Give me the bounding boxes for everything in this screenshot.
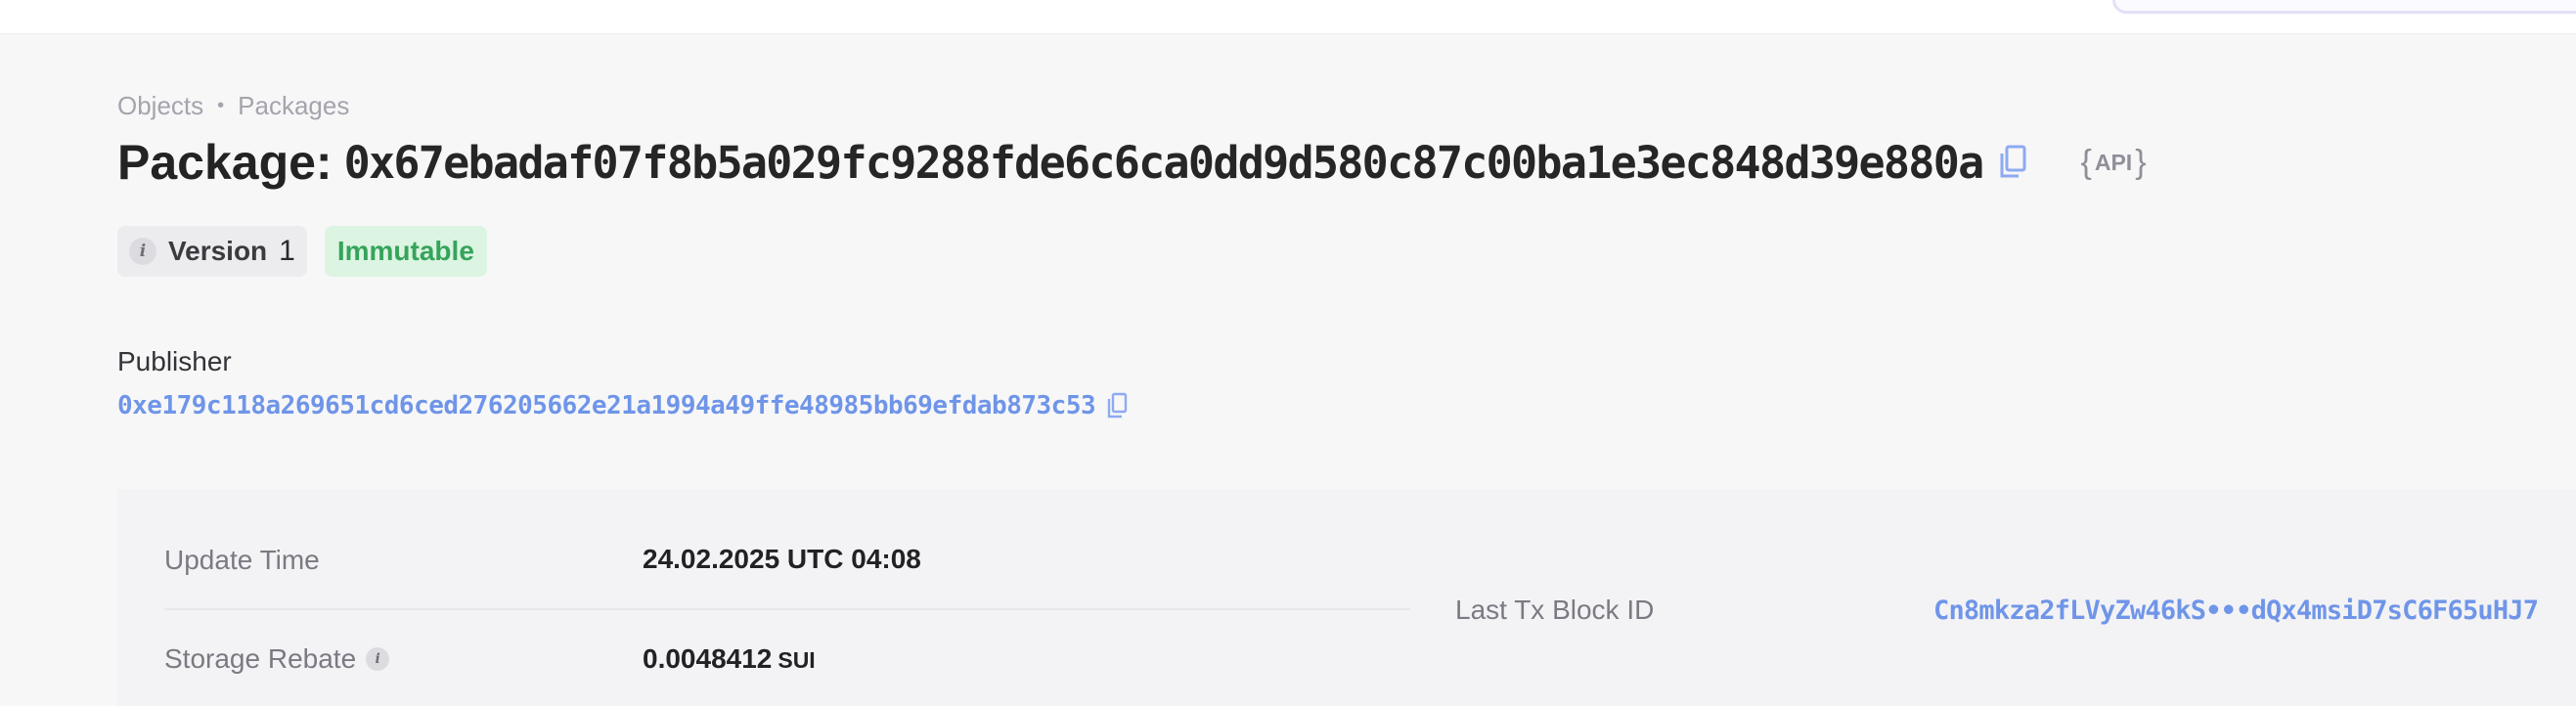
immutable-badge: Immutable — [324, 226, 487, 277]
api-label: API — [2094, 149, 2133, 175]
storage-rebate-label: Storage Rebate i — [164, 643, 390, 675]
breadcrumb-item-objects[interactable]: Objects — [117, 91, 203, 121]
update-time-value: 24.02.2025 UTC 04:08 — [643, 544, 921, 574]
info-icon[interactable]: i — [129, 238, 156, 265]
last-tx-block-label: Last Tx Block ID — [1455, 595, 1655, 625]
search-bar[interactable] — [2112, 0, 2576, 14]
last-tx-block-link[interactable]: Cn8mkza2fLVyZw46kS•••dQx4msiD7sC6F65uHJ7 — [1933, 596, 2539, 626]
version-badge: i Version 1 — [117, 226, 307, 277]
divider — [164, 608, 1410, 610]
storage-rebate-amount: 0.0048412 — [643, 643, 773, 674]
page-title: Package: 0x67ebadaf07f8b5a029fc9288fde6c… — [117, 134, 2147, 191]
storage-rebate-unit: SUI — [777, 647, 816, 673]
publisher-row: 0xe179c118a269651cd6ced276205662e21a1994… — [117, 391, 1129, 420]
breadcrumb-separator: • — [217, 95, 225, 116]
top-navigation-bar — [0, 0, 2576, 34]
api-button[interactable]: { API } — [2081, 144, 2147, 182]
storage-rebate-label-text: Storage Rebate — [164, 643, 357, 674]
copy-icon[interactable] — [1105, 391, 1129, 420]
breadcrumb-item-packages[interactable]: Packages — [238, 91, 349, 121]
update-time-label: Update Time — [164, 545, 320, 575]
package-address: 0x67ebadaf07f8b5a029fc9288fde6c6ca0dd9d5… — [343, 136, 1985, 189]
api-close-brace: } — [2135, 143, 2147, 181]
version-value: 1 — [279, 235, 295, 267]
publisher-label: Publisher — [117, 346, 232, 376]
page-title-label: Package: — [117, 135, 333, 190]
badge-row: i Version 1 Immutable — [117, 226, 487, 277]
info-icon[interactable]: i — [366, 647, 390, 671]
publisher-address-link[interactable]: 0xe179c118a269651cd6ced276205662e21a1994… — [117, 391, 1096, 420]
version-label: Version — [168, 236, 268, 266]
details-panel: Update Time 24.02.2025 UTC 04:08 Storage… — [117, 489, 2576, 706]
storage-rebate-value: 0.0048412 SUI — [643, 643, 816, 675]
api-open-brace: { — [2080, 143, 2092, 181]
copy-icon[interactable] — [1997, 143, 2028, 182]
breadcrumb: Objects • Packages — [117, 91, 349, 121]
